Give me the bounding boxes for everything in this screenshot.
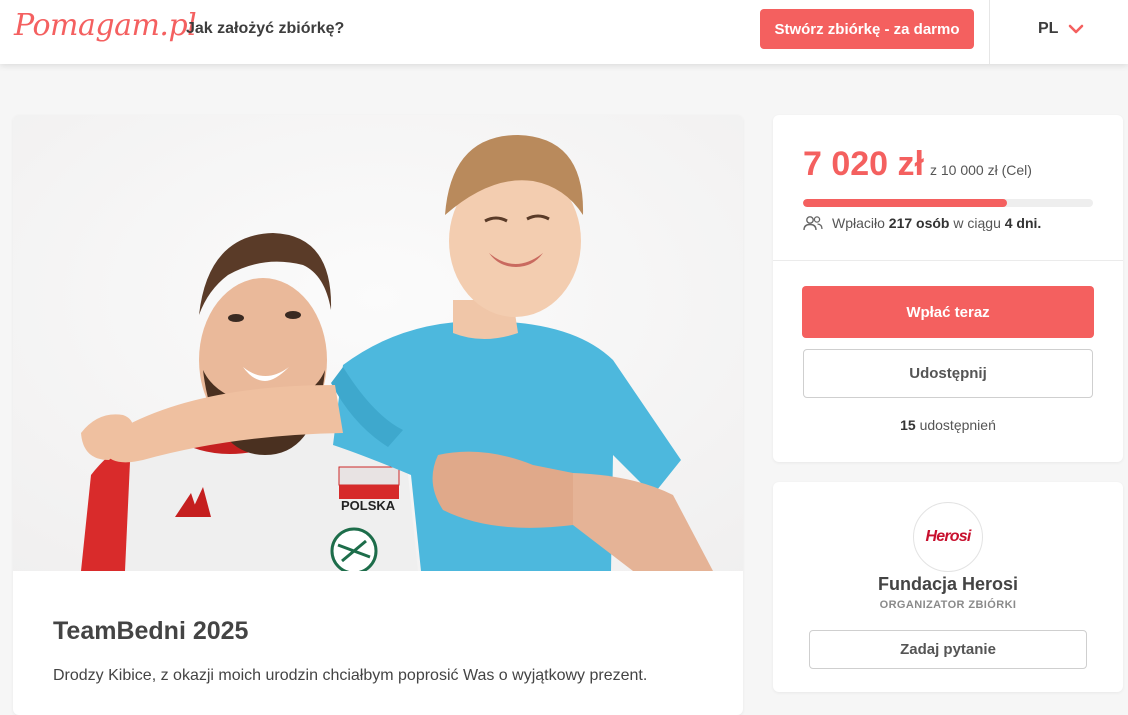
organizer-role: ORGANIZATOR ZBIÓRKI — [879, 599, 1017, 611]
progress-fill — [803, 199, 1007, 207]
organizer-card: Herosi Fundacja Herosi ORGANIZATOR ZBIÓR… — [773, 482, 1123, 692]
ask-question-button[interactable]: Zadaj pytanie — [809, 630, 1087, 669]
jersey-text: POLSKA — [341, 498, 396, 513]
header-divider — [989, 0, 990, 64]
chevron-down-icon — [1069, 24, 1084, 34]
card-divider — [773, 260, 1123, 261]
shares-count: 15 — [900, 417, 916, 433]
campaign-photo: POLSKA — [13, 115, 743, 575]
donation-card: 7 020 zł z 10 000 zł (Cel) Wpłaciło 217 … — [773, 115, 1123, 462]
progress-bar — [803, 199, 1093, 207]
top-header: Pomagam.pl Jak założyć zbiórkę? Stwórz z… — [0, 0, 1128, 64]
raised-amount: 7 020 zł — [803, 145, 924, 183]
goal-amount: z 10 000 zł (Cel) — [929, 162, 1032, 178]
campaign-description: Drodzy Kibice, z okazji moich urodzin ch… — [53, 667, 648, 684]
organizer-logo[interactable]: Herosi — [913, 502, 983, 572]
donors-info: Wpłaciło 217 osób w ciągu 4 dni. — [803, 215, 1041, 231]
donors-count: 217 osób — [888, 215, 950, 231]
site-logo[interactable]: Pomagam.pl — [14, 8, 197, 43]
how-to-create-link[interactable]: Jak założyć zbiórkę? — [186, 20, 344, 38]
raised-summary: 7 020 zł z 10 000 zł (Cel) — [803, 145, 1032, 184]
campaign-title: TeamBedni 2025 — [53, 617, 249, 645]
donation-days: 4 dni. — [1004, 215, 1042, 231]
language-label: PL — [1038, 20, 1059, 37]
language-selector[interactable]: PL — [1038, 20, 1084, 38]
donate-now-button[interactable]: Wpłać teraz — [802, 286, 1094, 338]
create-fundraiser-button[interactable]: Stwórz zbiórkę - za darmo — [760, 9, 974, 49]
donors-mid: w ciągu — [953, 215, 1001, 231]
share-button[interactable]: Udostępnij — [803, 349, 1093, 398]
donors-prefix: Wpłaciło — [832, 215, 885, 231]
organizer-name[interactable]: Fundacja Herosi — [773, 574, 1123, 595]
people-icon — [803, 216, 823, 231]
organizer-logo-text: Herosi — [925, 528, 972, 545]
campaign-card: POLSKA TeamBedni 2025 Drodzy Kibice, z o… — [13, 115, 743, 715]
shares-label: udostępnień — [919, 417, 996, 433]
shares-info: 15 udostępnień — [773, 417, 1123, 433]
